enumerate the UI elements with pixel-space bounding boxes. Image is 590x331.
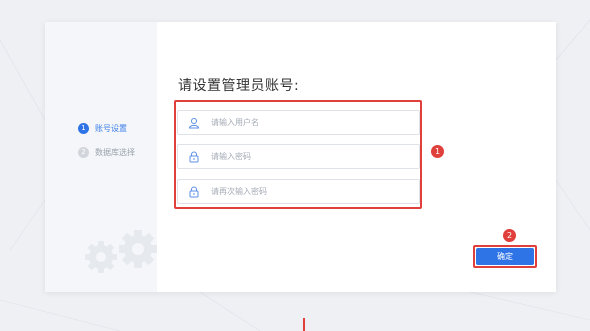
confirm-button[interactable]: 确定 <box>476 248 534 265</box>
setup-card: 1 账号设置 2 数据库选择 请设置管理员账号: 请输入用户名 1 2 确定 <box>45 22 556 292</box>
step-label: 账号设置 <box>95 124 127 133</box>
step-number: 1 <box>78 123 89 134</box>
cursor-marker <box>303 318 305 331</box>
gears-decoration-icon <box>83 227 157 292</box>
annotation-badge-1: 1 <box>431 145 444 158</box>
fields-highlight-box <box>174 100 422 209</box>
step-account-settings[interactable]: 1 账号设置 <box>78 123 127 134</box>
step-database-select[interactable]: 2 数据库选择 <box>78 147 135 158</box>
steps-sidebar: 1 账号设置 2 数据库选择 <box>45 22 157 292</box>
page-title: 请设置管理员账号: <box>178 78 300 94</box>
annotation-badge-2: 2 <box>503 229 516 242</box>
step-number: 2 <box>78 147 89 158</box>
step-label: 数据库选择 <box>95 148 135 157</box>
